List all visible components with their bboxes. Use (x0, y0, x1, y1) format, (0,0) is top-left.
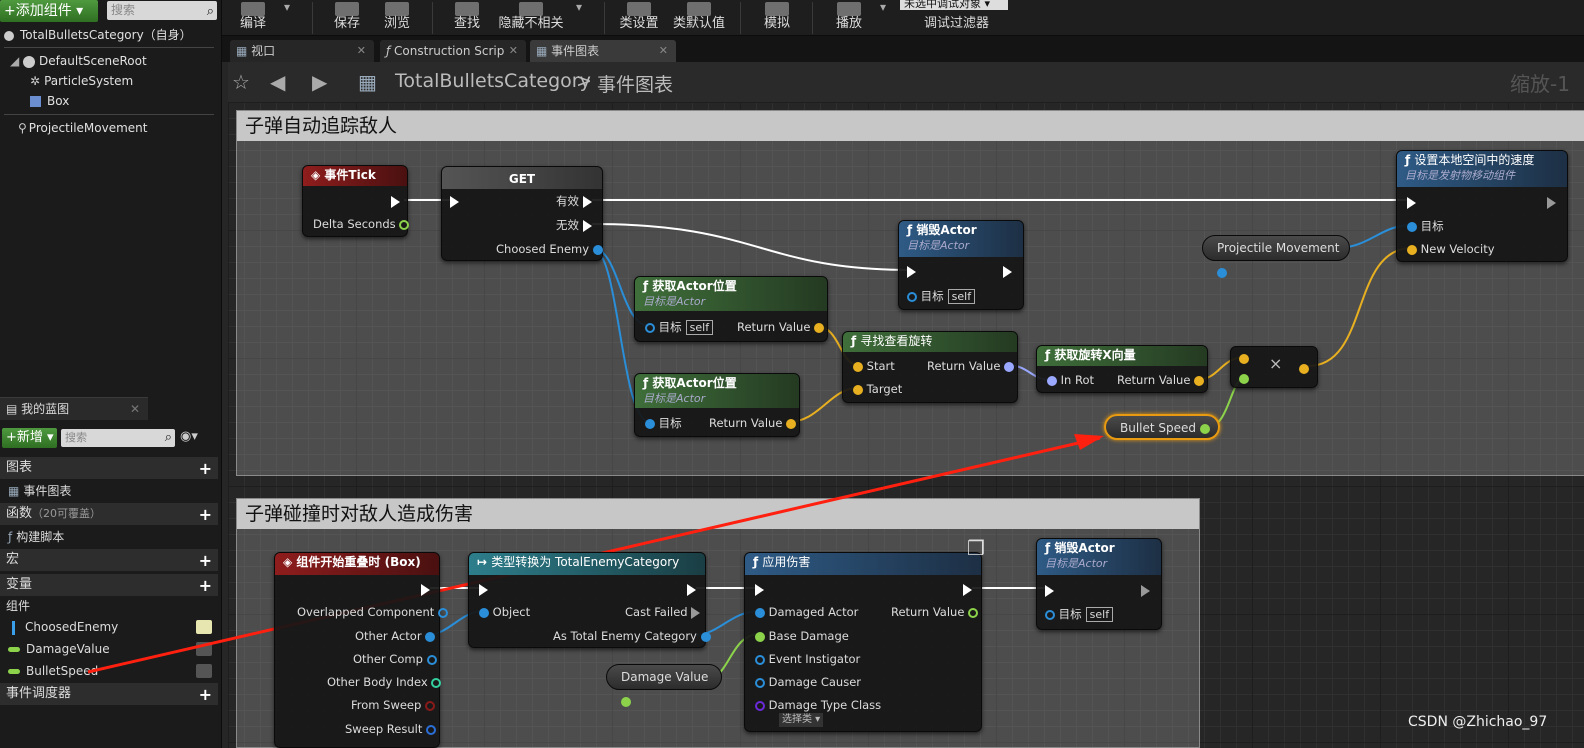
bullet-speed-getter[interactable]: Bullet Speed (1104, 414, 1220, 440)
other-actor-pin[interactable]: Other Actor (355, 629, 436, 643)
node-set-velocity-local-space[interactable]: ƒ 设置本地空间中的速度 目标是发射物移动组件 目标 New Velocity (1396, 150, 1568, 262)
target-pin[interactable]: 目标 self (1045, 607, 1114, 622)
damage-type-class-pin[interactable]: Damage Type Class (755, 698, 881, 712)
target-pin[interactable]: 目标 (1407, 219, 1444, 233)
return-value-pin[interactable]: Return Value (1117, 373, 1205, 387)
target-pin[interactable]: 目标 self (645, 320, 714, 335)
other-comp-pin[interactable]: Other Comp (353, 652, 437, 666)
exec-out-pin[interactable] (1003, 264, 1012, 278)
base-damage-pin[interactable]: Base Damage (755, 629, 849, 643)
cast-icon: ↦ (477, 555, 492, 569)
exec-out-pin[interactable] (421, 582, 430, 596)
other-body-index-pin[interactable]: Other Body Index (327, 675, 442, 689)
node-destroy-actor[interactable]: ƒ 销毁Actor 目标是Actor 目标 self (1036, 538, 1162, 630)
function-icon: ƒ (1405, 153, 1415, 167)
node-get-actor-location[interactable]: ƒ 获取Actor位置 目标是Actor 目标 Return Value (634, 373, 800, 437)
exec-in-pin[interactable] (450, 194, 459, 208)
exec-out-pin[interactable] (1547, 195, 1556, 209)
exec-wire (591, 223, 913, 271)
watermark: CSDN @Zhichao_97 (1408, 714, 1548, 730)
node-get-rotation-x-vector[interactable]: ƒ 获取旋转X向量 In Rot Return Value (1036, 345, 1208, 393)
function-icon: ƒ (643, 279, 653, 293)
start-pin[interactable]: Start (853, 359, 895, 373)
exec-out-pin[interactable] (687, 582, 696, 596)
sweep-result-pin[interactable]: Sweep Result (345, 722, 437, 736)
return-value-pin[interactable]: Return Value (709, 416, 797, 430)
node-event-tick[interactable]: ◈ 事件Tick Delta Seconds (302, 165, 410, 237)
node-cast-to-totalenemycategory[interactable]: ↦ 类型转换为 TotalEnemyCategory Object Cast F… (468, 552, 711, 648)
function-icon: ƒ (643, 376, 653, 390)
node-destroy-actor[interactable]: ƒ 销毁Actor 目标是Actor 目标 self (898, 220, 1024, 310)
invalid-exec-pin[interactable]: 无效 (556, 218, 592, 232)
vector-wire (1307, 247, 1413, 367)
exec-out-pin[interactable] (391, 194, 400, 208)
function-icon: ƒ (753, 555, 763, 569)
node-multiply[interactable]: × (1230, 346, 1318, 388)
as-total-enemy-pin[interactable]: As Total Enemy Category (553, 629, 711, 643)
function-icon: ƒ (1045, 541, 1055, 555)
event-icon: ◈ (311, 168, 325, 182)
projectile-movement-getter[interactable]: Projectile Movement (1202, 235, 1350, 278)
delta-seconds-pin[interactable]: Delta Seconds (313, 217, 410, 231)
class-select-dropdown[interactable]: 选择类 ▾ (779, 713, 824, 727)
from-sweep-pin[interactable]: From Sweep (351, 698, 435, 712)
target-pin[interactable]: 目标 (645, 416, 682, 430)
node-on-component-begin-overlap[interactable]: ◈ 组件开始重叠时 (Box) Overlapped Component Oth… (274, 552, 448, 748)
node-find-look-at-rotation[interactable]: ƒ 寻找查看旋转 Start Return Value Target (842, 331, 1018, 403)
float-in-pin[interactable] (1239, 371, 1249, 385)
choosed-enemy-pin[interactable]: Choosed Enemy (496, 242, 603, 256)
node-apply-damage[interactable]: ƒ 应用伤害 ❒ Damaged Actor Return Value Base… (744, 538, 985, 732)
server-only-icon: ❒ (967, 536, 985, 560)
return-value-pin[interactable]: Return Value (927, 359, 1015, 373)
overlapped-component-pin[interactable]: Overlapped Component (297, 605, 448, 619)
function-icon: ƒ (907, 223, 917, 237)
exec-out-pin[interactable] (963, 582, 972, 596)
target-pin[interactable]: 目标 self (907, 289, 976, 304)
vector-in-pin[interactable] (1239, 351, 1249, 365)
event-instigator-pin[interactable]: Event Instigator (755, 652, 860, 666)
node-get-actor-location[interactable]: ƒ 获取Actor位置 目标是Actor 目标 self Return Value (634, 276, 828, 342)
event-icon: ◈ (283, 555, 297, 569)
exec-in-pin[interactable] (1407, 195, 1416, 209)
valid-exec-pin[interactable]: 有效 (556, 194, 592, 208)
exec-in-pin[interactable] (479, 582, 488, 596)
multiply-symbol: × (1269, 354, 1283, 373)
exec-in-pin[interactable] (755, 582, 764, 596)
function-icon: ƒ (1045, 348, 1055, 362)
new-velocity-pin[interactable]: New Velocity (1407, 242, 1495, 256)
exec-out-pin[interactable] (1141, 583, 1150, 597)
cast-failed-pin[interactable]: Cast Failed (625, 605, 701, 619)
exec-in-pin[interactable] (907, 264, 916, 278)
return-value-pin[interactable]: Return Value (737, 320, 825, 334)
in-rot-pin[interactable]: In Rot (1047, 373, 1094, 387)
exec-in-pin[interactable] (1045, 583, 1054, 597)
target-pin[interactable]: Target (853, 382, 902, 396)
red-arrow-head (1074, 434, 1104, 450)
return-value-pin[interactable]: Return Value (891, 605, 979, 619)
result-pin[interactable] (1299, 361, 1309, 375)
function-icon: ƒ (851, 334, 861, 348)
node-validated-get[interactable]: GET 有效 无效 Choosed Enemy (441, 166, 603, 261)
damaged-actor-pin[interactable]: Damaged Actor (755, 605, 858, 619)
object-pin[interactable]: Object (479, 605, 530, 619)
damage-causer-pin[interactable]: Damage Causer (755, 675, 861, 689)
damage-value-getter[interactable]: Damage Value (606, 664, 722, 707)
